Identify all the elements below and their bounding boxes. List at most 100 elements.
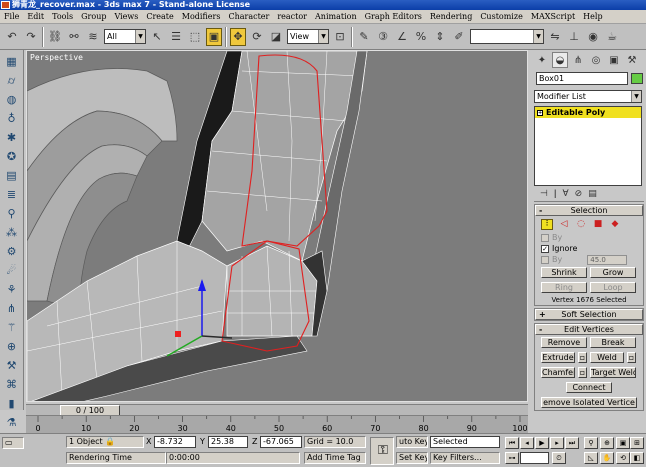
reference-coordinate-dropdown[interactable]: View ▼ bbox=[287, 29, 329, 44]
undo-icon[interactable]: ↶ bbox=[4, 28, 20, 46]
border-icon[interactable]: ◌ bbox=[575, 219, 587, 230]
tools-icon[interactable]: ⚗ bbox=[3, 414, 21, 431]
object-name-field[interactable]: Box01 bbox=[536, 72, 628, 85]
motion-tab-icon[interactable]: ◎ bbox=[588, 52, 604, 68]
next-frame-icon[interactable]: ▸ bbox=[550, 437, 564, 449]
helpers-icon[interactable]: ▤ bbox=[3, 167, 21, 184]
redo-icon[interactable]: ↷ bbox=[23, 28, 39, 46]
select-and-move-icon[interactable]: ✥ bbox=[230, 27, 246, 46]
menu-reactor[interactable]: reactor bbox=[273, 12, 311, 21]
extrude-settings-icon[interactable]: ▫ bbox=[578, 352, 587, 363]
render-icon[interactable]: ☕ bbox=[604, 28, 620, 46]
particles-icon[interactable]: ⁂ bbox=[3, 224, 21, 241]
remove-isolated-vertices-button[interactable]: emove Isolated Vertice bbox=[541, 397, 637, 408]
y-coordinate-field[interactable]: 25.38 bbox=[208, 436, 248, 448]
target-weld-button[interactable]: Target Weld bbox=[590, 367, 636, 378]
play-icon[interactable]: ▶ bbox=[535, 437, 549, 449]
chamfer-button[interactable]: Chamfer bbox=[541, 367, 575, 378]
zoom-extents-icon[interactable]: ▣ bbox=[616, 437, 630, 449]
snaps-toggle-icon[interactable]: ③ bbox=[375, 28, 391, 46]
zoom-extents-all-icon[interactable]: ⊞ bbox=[630, 437, 644, 449]
edge-icon[interactable]: ◁ bbox=[558, 219, 570, 230]
rectangular-selection-icon[interactable]: ⬚ bbox=[187, 28, 203, 46]
viewport-label[interactable]: Perspective bbox=[30, 53, 83, 62]
make-unique-icon[interactable]: ∀ bbox=[563, 189, 569, 199]
menu-help[interactable]: Help bbox=[579, 12, 606, 21]
shapes-icon[interactable]: ♁ bbox=[3, 110, 21, 127]
show-end-result-icon[interactable]: ǀ bbox=[554, 189, 557, 199]
track-bar[interactable]: 0 10 20 30 40 50 60 70 80 90 100 bbox=[26, 415, 528, 433]
soft-selection-rollout-header[interactable]: + Soft Selection bbox=[535, 309, 643, 320]
cloth-icon[interactable]: ☄ bbox=[3, 262, 21, 279]
connect-button[interactable]: Connect bbox=[566, 382, 612, 393]
menu-rendering[interactable]: Rendering bbox=[426, 12, 476, 21]
expand-icon[interactable]: + bbox=[537, 109, 543, 116]
add-time-tag-button[interactable]: Add Time Tag bbox=[304, 452, 366, 464]
auto-key-button[interactable]: uto Key bbox=[396, 436, 428, 448]
pin-stack-icon[interactable]: ⊣ bbox=[540, 189, 548, 199]
gear-icon[interactable]: ⚙ bbox=[3, 243, 21, 260]
grow-button[interactable]: Grow bbox=[590, 267, 636, 278]
utilities-tab-icon[interactable]: ⚒ bbox=[624, 52, 640, 68]
constraint-icon[interactable]: ⊕ bbox=[3, 338, 21, 355]
zoom-all-icon[interactable]: ⊕ bbox=[600, 437, 614, 449]
box-icon[interactable]: ▦ bbox=[3, 53, 21, 70]
field-of-view-icon[interactable]: ◺ bbox=[584, 452, 598, 464]
chamfer-settings-icon[interactable]: ▫ bbox=[578, 367, 587, 378]
object-color-swatch[interactable] bbox=[631, 73, 643, 84]
ignore-backfacing-checkbox[interactable]: ✓ bbox=[541, 244, 549, 253]
weld-button[interactable]: Weld bbox=[590, 352, 624, 363]
shrink-button[interactable]: Shrink bbox=[541, 267, 587, 278]
select-and-manipulate-icon[interactable]: ✎ bbox=[356, 28, 372, 46]
break-button[interactable]: Break bbox=[590, 337, 636, 348]
display-icon[interactable]: ▮ bbox=[3, 395, 21, 412]
configure-modifier-sets-icon[interactable]: ▤ bbox=[588, 189, 597, 199]
lights-icon[interactable]: ✱ bbox=[3, 129, 21, 146]
sphere-icon[interactable]: ◍ bbox=[3, 91, 21, 108]
maximize-viewport-icon[interactable]: ◧ bbox=[630, 452, 644, 464]
key-filters-button[interactable]: Key Filters... bbox=[430, 452, 500, 464]
set-key-button[interactable]: Set Key bbox=[396, 452, 428, 464]
lock-icon[interactable]: 🔒 bbox=[105, 437, 115, 446]
percent-snap-icon[interactable]: % bbox=[413, 28, 429, 46]
x-coordinate-field[interactable]: -8.732 bbox=[154, 436, 196, 448]
go-to-start-icon[interactable]: ⏮ bbox=[505, 437, 519, 449]
edit-vertices-rollout-header[interactable]: - Edit Vertices bbox=[535, 324, 643, 335]
hierarchy-icon[interactable]: ⋔ bbox=[3, 300, 21, 317]
walker-icon[interactable]: ⚘ bbox=[3, 281, 21, 298]
z-coordinate-field[interactable]: -67.065 bbox=[260, 436, 302, 448]
bind-space-warp-icon[interactable]: ≋ bbox=[85, 28, 101, 46]
by-angle-checkbox[interactable] bbox=[541, 255, 549, 264]
bones-icon[interactable]: ⚲ bbox=[3, 205, 21, 222]
ring-button[interactable]: Ring bbox=[541, 282, 587, 293]
polygon-icon[interactable]: ■ bbox=[592, 219, 604, 230]
modifier-list-dropdown[interactable]: Modifier List ▼ bbox=[534, 90, 642, 103]
select-object-icon[interactable]: ↖ bbox=[149, 28, 165, 46]
menu-edit[interactable]: Edit bbox=[23, 12, 48, 21]
select-and-link-icon[interactable]: ⛓ bbox=[47, 28, 63, 46]
menu-customize[interactable]: Customize bbox=[476, 12, 527, 21]
maxscript-listener-icon[interactable]: ▭ bbox=[2, 437, 24, 449]
material-editor-icon[interactable]: ◉ bbox=[585, 28, 601, 46]
orbit-icon[interactable]: ⟲ bbox=[616, 452, 630, 464]
go-to-end-icon[interactable]: ⏭ bbox=[565, 437, 579, 449]
element-icon[interactable]: ◆ bbox=[609, 219, 621, 230]
cylinder-icon[interactable]: ⌭ bbox=[3, 72, 21, 89]
weld-settings-icon[interactable]: ▫ bbox=[627, 352, 636, 363]
previous-frame-icon[interactable]: ◂ bbox=[520, 437, 534, 449]
vertex-icon[interactable]: ⁝ bbox=[541, 218, 553, 230]
menu-character[interactable]: Character bbox=[224, 12, 273, 21]
perspective-viewport[interactable]: Perspective bbox=[26, 50, 528, 402]
current-frame-field[interactable] bbox=[520, 452, 549, 464]
selection-rollout-header[interactable]: - Selection bbox=[535, 205, 643, 216]
pan-icon[interactable]: ✋ bbox=[600, 452, 614, 464]
modify-icon[interactable]: ⌘ bbox=[3, 376, 21, 393]
create-tab-icon[interactable]: ✦ bbox=[534, 52, 550, 68]
menu-create[interactable]: Create bbox=[142, 12, 177, 21]
modifier-stack-item[interactable]: + Editable Poly bbox=[535, 107, 641, 118]
hierarchy-tab-icon[interactable]: ⋔ bbox=[570, 52, 586, 68]
remove-button[interactable]: Remove bbox=[541, 337, 587, 348]
edit-named-selection-icon[interactable]: ✐ bbox=[451, 28, 467, 46]
loop-button[interactable]: Loop bbox=[590, 282, 636, 293]
named-selection-sets-dropdown[interactable]: ▼ bbox=[470, 29, 544, 44]
